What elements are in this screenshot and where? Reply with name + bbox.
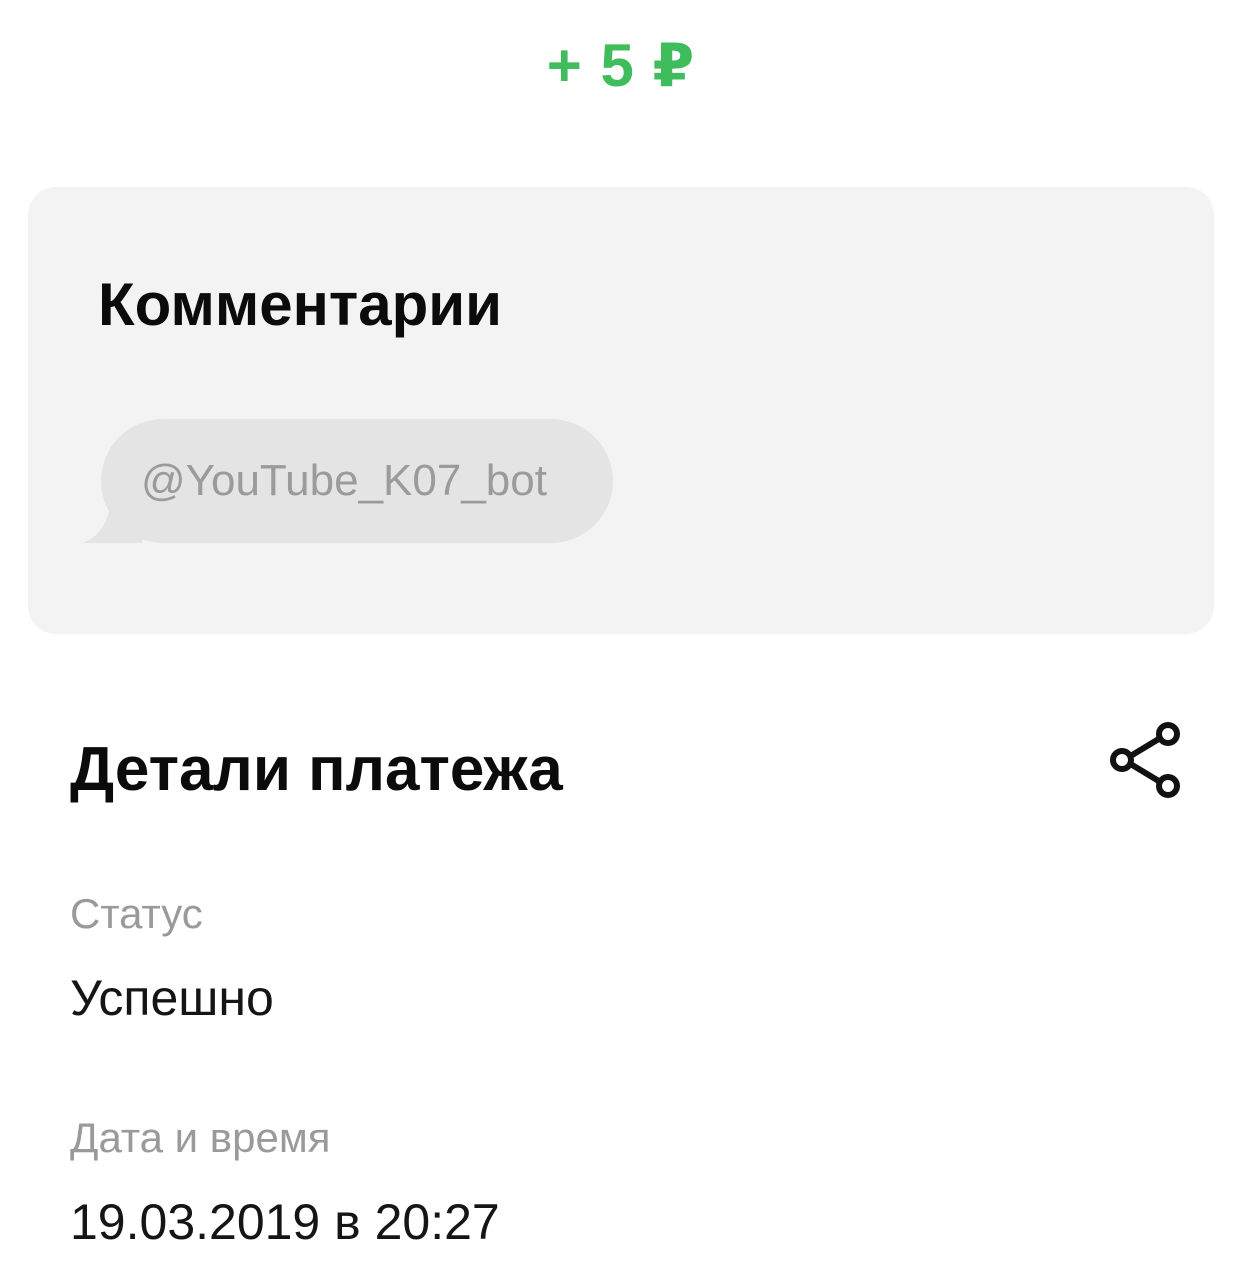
status-label: Статус bbox=[70, 890, 203, 937]
comments-title: Комментарии bbox=[98, 271, 503, 338]
datetime-value: 19.03.2019 в 20:27 bbox=[70, 1194, 500, 1250]
comment-bubble: @YouTube_K07_bot bbox=[101, 419, 613, 543]
comments-card: Комментарии @YouTube_K07_bot bbox=[28, 187, 1214, 634]
payment-details-title: Детали платежа bbox=[70, 735, 563, 804]
comment-text: @YouTube_K07_bot bbox=[141, 456, 547, 505]
payment-amount: + 5 ₽ bbox=[546, 32, 696, 99]
datetime-label: Дата и время bbox=[70, 1114, 331, 1161]
status-value: Успешно bbox=[70, 970, 274, 1026]
share-icon[interactable] bbox=[1106, 720, 1186, 800]
